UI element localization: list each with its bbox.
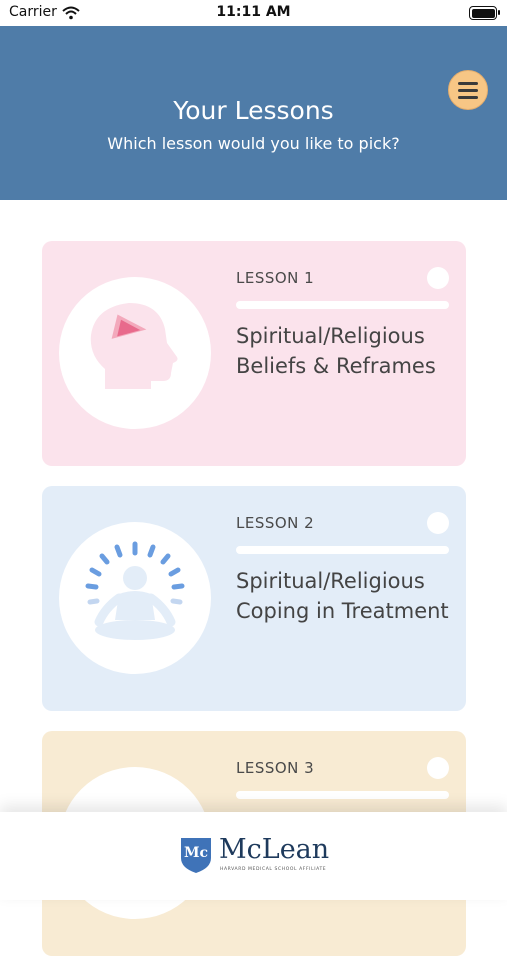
completion-radio[interactable] (427, 512, 449, 534)
completion-radio[interactable] (427, 757, 449, 779)
meditation-icon (59, 522, 211, 674)
hamburger-line (458, 88, 478, 92)
footer: Mc McLean HARVARD MEDICAL SCHOOL AFFILIA… (0, 812, 507, 900)
completion-radio[interactable] (427, 267, 449, 289)
progress-bar (236, 791, 449, 799)
lesson-label: LESSON 2 (236, 514, 315, 532)
hamburger-line (458, 81, 478, 85)
head-icon (59, 277, 211, 429)
svg-text:Mc: Mc (184, 845, 208, 861)
lesson-label: LESSON 1 (236, 269, 315, 287)
lesson-label: LESSON 3 (236, 759, 315, 777)
page-subtitle: Which lesson would you like to pick? (107, 134, 400, 153)
progress-bar (236, 546, 449, 554)
lesson-title: Spiritual/Religious Coping in Treatment (236, 569, 449, 623)
page-title: Your Lessons (173, 96, 334, 125)
battery-icon (469, 6, 500, 20)
logo-text: McLean (219, 834, 330, 865)
status-time: 11:11 AM (216, 4, 291, 20)
progress-bar (236, 301, 449, 309)
shield-icon: Mc (181, 838, 211, 873)
mclean-logo: Mc McLean HARVARD MEDICAL SCHOOL AFFILIA… (179, 834, 330, 878)
logo-tagline: HARVARD MEDICAL SCHOOL AFFILIATE (220, 867, 327, 872)
lesson-title: Spiritual/Religious Beliefs & Reframes (236, 324, 436, 378)
lesson-card-2[interactable]: LESSON 2 Spiritual/Religious Coping in T… (42, 486, 466, 711)
lesson-card-1[interactable]: LESSON 1 Spiritual/Religious Beliefs & R… (42, 241, 466, 466)
status-bar: Carrier 11:11 AM (0, 0, 507, 26)
